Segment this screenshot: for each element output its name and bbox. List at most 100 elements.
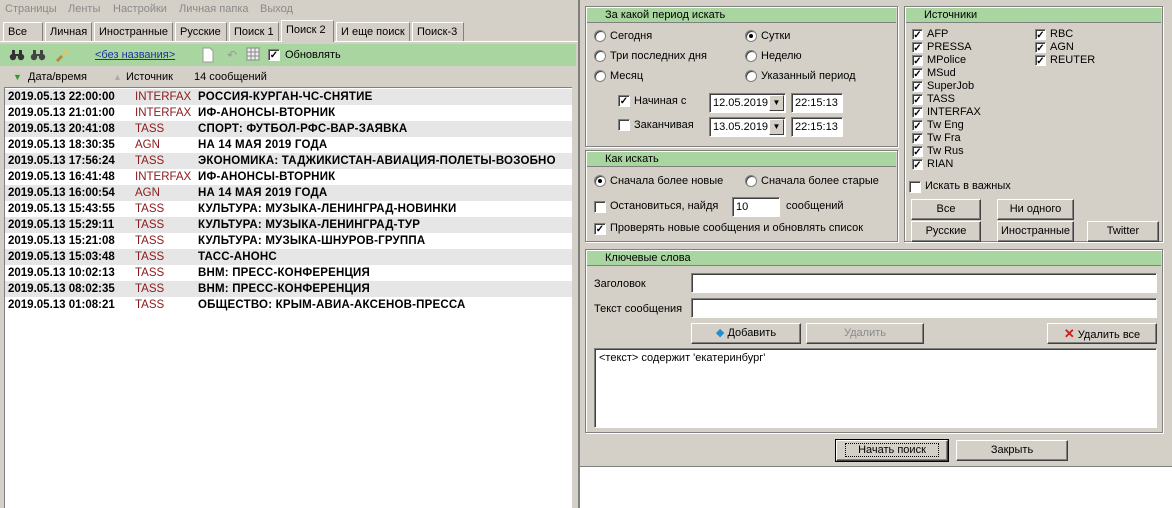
end-date-checkbox[interactable] [618, 119, 630, 131]
keyword-list[interactable]: <текст> содержит 'екатеринбург' [594, 348, 1157, 428]
remove-keyword-button[interactable]: Удалить [806, 323, 924, 344]
radio-newer-first-label: Сначала более новые [610, 175, 724, 187]
remove-all-button[interactable]: ✕ Удалить все [1047, 323, 1157, 344]
binoculars-plus-icon[interactable] [30, 47, 46, 63]
radio-three-days[interactable] [594, 50, 606, 62]
chevron-down-icon[interactable]: ▼ [769, 95, 784, 111]
item-source: TASS [135, 235, 165, 247]
tab-russian[interactable]: Русские [175, 22, 227, 42]
radio-newer-first[interactable] [594, 175, 606, 187]
source-checkbox[interactable] [912, 133, 923, 144]
sources-all-button[interactable]: Все [911, 199, 981, 220]
stop-after-checkbox[interactable] [594, 201, 606, 213]
list-item[interactable]: 2019.05.13 16:00:54 AGN НА 14 МАЯ 2019 ГОД… [5, 185, 572, 201]
menu-pages[interactable]: Страницы [5, 3, 57, 15]
list-item[interactable]: 2019.05.13 15:21:08 TASS КУЛЬТУРА: МУЗЫКА-… [5, 233, 572, 249]
item-source: TASS [135, 203, 165, 215]
new-page-icon[interactable] [200, 47, 216, 63]
source-checkbox[interactable] [912, 94, 923, 105]
radio-today[interactable] [594, 30, 606, 42]
auto-check-checkbox[interactable] [594, 223, 606, 235]
column-source[interactable]: Источник [126, 71, 173, 83]
source-checkbox[interactable] [912, 29, 923, 40]
close-button[interactable]: Закрыть [956, 440, 1068, 461]
stop-after-suffix: сообщений [786, 200, 844, 212]
list-item[interactable]: 2019.05.13 17:56:24 TASS ЭКОНОМИКА: ТАДЖИК… [5, 153, 572, 169]
binoculars-icon[interactable] [9, 47, 25, 63]
source-checkbox[interactable] [1035, 55, 1046, 66]
source-checkbox[interactable] [912, 107, 923, 118]
radio-day[interactable] [745, 30, 757, 42]
tab-all[interactable]: Все [3, 22, 43, 42]
sources-none-button[interactable]: Ни одного [997, 199, 1074, 220]
source-checkbox[interactable] [912, 68, 923, 79]
refresh-checkbox[interactable] [268, 49, 280, 61]
keyword-item[interactable]: <текст> содержит 'екатеринбург' [599, 352, 1152, 364]
list-item[interactable]: 2019.05.13 22:00:00 INTERFAX РОССИЯ-КУРГАН… [5, 89, 572, 105]
sources-list-right: RBCAGNREUTER [1035, 28, 1155, 73]
menu-exit[interactable]: Выход [260, 3, 293, 15]
source-checkbox[interactable] [912, 120, 923, 131]
source-checkbox[interactable] [912, 146, 923, 157]
item-headline: КУЛЬТУРА: МУЗЫКА-ЛЕНИНГРАД-ТУР [198, 219, 421, 231]
start-time-field[interactable]: 22:15:13 [791, 93, 843, 113]
tab-personal[interactable]: Личная [45, 22, 92, 42]
text-input[interactable] [691, 298, 1157, 318]
blank-area [578, 466, 1172, 508]
radio-month[interactable] [594, 70, 606, 82]
source-checkbox[interactable] [912, 159, 923, 170]
start-date-picker[interactable]: 12.05.2019 ▼ [709, 93, 786, 113]
list-item[interactable]: 2019.05.13 16:41:48 INTERFAX ИФ-АНОНСЫ-ВТО… [5, 169, 572, 185]
start-search-button[interactable]: Начать поиск [835, 439, 949, 462]
list-item[interactable]: 2019.05.13 10:02:13 TASS ВНМ: ПРЕСС-КОНФЕР… [5, 265, 572, 281]
menu-personal-folder[interactable]: Личная папка [179, 3, 249, 15]
item-source: INTERFAX [135, 91, 192, 103]
radio-custom-period[interactable] [745, 70, 757, 82]
header-label: Заголовок [594, 278, 646, 290]
sources-twitter-button[interactable]: Twitter [1087, 221, 1159, 242]
tab-search-3[interactable]: Поиск-3 [412, 22, 464, 42]
list-item[interactable]: 2019.05.13 15:03:48 TASS ТАСС-АНОНС [5, 249, 572, 265]
source-checkbox[interactable] [912, 55, 923, 66]
source-checkbox[interactable] [1035, 29, 1046, 40]
add-keyword-button[interactable]: ◆ Добавить [691, 323, 801, 344]
header-input[interactable] [691, 273, 1157, 293]
undo-icon[interactable]: ↶ [224, 47, 240, 63]
start-date-checkbox[interactable] [618, 95, 630, 107]
source-checkbox[interactable] [912, 42, 923, 53]
tab-search-2[interactable]: Поиск 2 [281, 20, 334, 42]
brush-icon[interactable] [53, 47, 69, 63]
sources-russian-button[interactable]: Русские [911, 221, 981, 242]
tab-strip: Все Личная Иностранные Русские Поиск 1 П… [0, 20, 578, 42]
news-list[interactable]: 2019.05.13 22:00:00 INTERFAX РОССИЯ-КУРГАН… [4, 87, 572, 508]
source-checkbox[interactable] [1035, 42, 1046, 53]
list-item[interactable]: 2019.05.13 20:41:08 TASS СПОРТ: ФУТБОЛ-РФС… [5, 121, 572, 137]
tab-more-search[interactable]: И еще поиск [336, 22, 410, 42]
end-date-picker[interactable]: 13.05.2019 ▼ [709, 117, 786, 137]
source-label: AFP [927, 28, 949, 40]
chevron-down-icon[interactable]: ▼ [769, 119, 784, 135]
radio-week[interactable] [745, 50, 757, 62]
list-item[interactable]: 2019.05.13 08:02:35 TASS ВНМ: ПРЕСС-КОНФЕР… [5, 281, 572, 297]
end-time-field[interactable]: 22:15:13 [791, 117, 843, 137]
list-item[interactable]: 2019.05.13 18:30:35 AGN НА 14 МАЯ 2019 ГОД… [5, 137, 572, 153]
menu-feeds[interactable]: Ленты [68, 3, 100, 15]
list-item[interactable]: 2019.05.13 15:43:55 TASS КУЛЬТУРА: МУЗЫКА-… [5, 201, 572, 217]
important-checkbox[interactable] [909, 181, 921, 193]
column-date[interactable]: Дата/время [28, 71, 87, 83]
grid-icon[interactable] [245, 47, 261, 63]
item-headline: ЭКОНОМИКА: ТАДЖИКИСТАН-АВИАЦИЯ-ПОЛЕТЫ-ВО… [198, 155, 556, 167]
source-label: INTERFAX [927, 106, 981, 118]
source-checkbox[interactable] [912, 81, 923, 92]
list-item[interactable]: 2019.05.13 15:29:11 TASS КУЛЬТУРА: МУЗЫКА-… [5, 217, 572, 233]
item-datetime: 2019.05.13 21:01:00 [8, 107, 115, 119]
tab-foreign[interactable]: Иностранные [94, 22, 173, 42]
sources-foreign-button[interactable]: Иностранные [997, 221, 1074, 242]
stop-after-count-field[interactable]: 10 [732, 197, 780, 217]
search-name-link[interactable]: <без названия> [95, 49, 175, 61]
radio-older-first[interactable] [745, 175, 757, 187]
menu-settings[interactable]: Настройки [113, 3, 167, 15]
list-item[interactable]: 2019.05.13 21:01:00 INTERFAX ИФ-АНОНСЫ-ВТО… [5, 105, 572, 121]
tab-search-1[interactable]: Поиск 1 [229, 22, 279, 42]
list-item[interactable]: 2019.05.13 01:08:21 TASS ОБЩЕСТВО: КРЫМ-АВ… [5, 297, 572, 313]
